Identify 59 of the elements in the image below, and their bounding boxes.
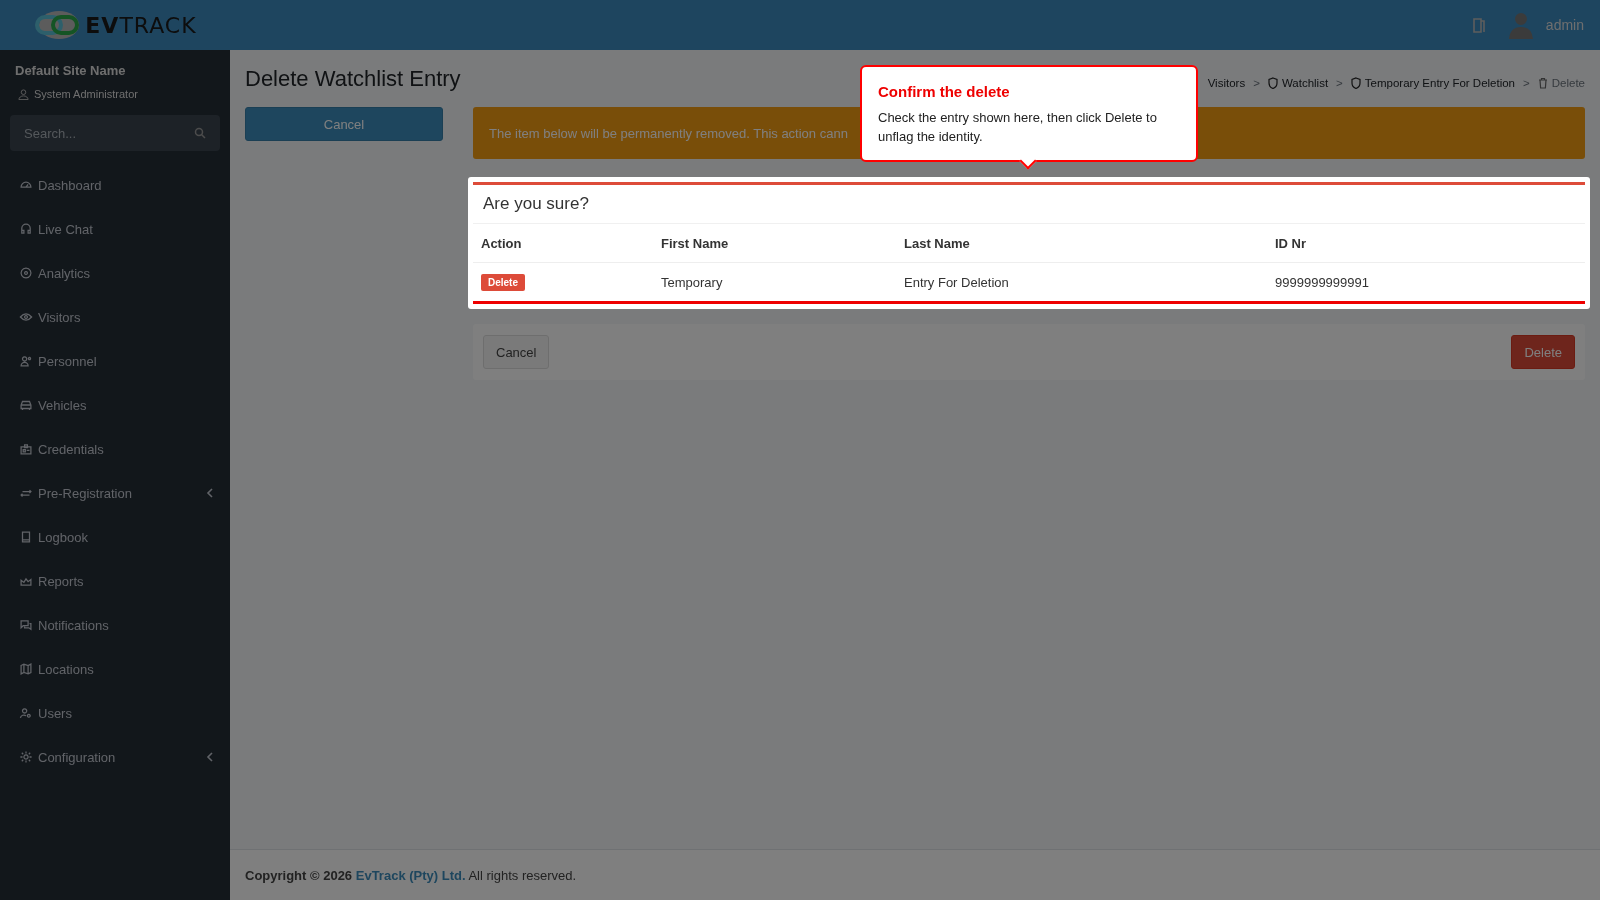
- user-icon: [18, 88, 29, 100]
- sidebar-item[interactable]: Analytics: [0, 251, 230, 295]
- badge-icon: [19, 442, 33, 456]
- column-header: Last Name: [904, 235, 971, 251]
- site-name: Default Site Name: [14, 63, 127, 78]
- breadcrumb-link[interactable]: Delete: [1537, 77, 1585, 89]
- gear-icon: [19, 750, 33, 764]
- person-icon: [19, 354, 33, 368]
- user-role: System Administrator: [34, 88, 138, 100]
- search-icon[interactable]: [194, 127, 206, 139]
- logo-text: EVTRACK: [85, 12, 197, 38]
- breadcrumb-link[interactable]: Visitors: [1207, 77, 1246, 89]
- sidebar-item[interactable]: Configuration: [0, 735, 230, 779]
- breadcrumb-separator: >: [1523, 77, 1530, 89]
- table-cell-text: 9999999999991: [1275, 274, 1370, 290]
- alert-text: The item below will be permanently removed. This action cann: [489, 125, 848, 141]
- sidebar-item[interactable]: Vehicles: [0, 383, 230, 427]
- breadcrumb-link[interactable]: Watchlist: [1267, 77, 1329, 89]
- sidebar-item[interactable]: Locations: [0, 647, 230, 691]
- door-icon[interactable]: [1471, 17, 1486, 33]
- column-header: ID Nr: [1275, 235, 1308, 251]
- map-icon: [19, 662, 33, 676]
- user-gear-icon: [19, 706, 33, 720]
- breadcrumb-separator: >: [1336, 77, 1343, 89]
- table-cell-text: Temporary: [661, 274, 724, 290]
- user-avatar-icon[interactable]: [1507, 11, 1534, 39]
- sidebar-item[interactable]: Visitors: [0, 295, 230, 339]
- breadcrumb-separator: >: [1253, 77, 1260, 89]
- column-header: First Name: [661, 235, 730, 251]
- table-cell-text: Entry For Deletion: [904, 274, 1010, 290]
- username[interactable]: admin: [1545, 17, 1584, 33]
- sidebar-item[interactable]: Pre-Registration: [0, 471, 230, 515]
- sidebar-item[interactable]: Reports: [0, 559, 230, 603]
- copyright-text: Copyright © 2026 EvTrack (Pty) Ltd. All rights reserved.: [245, 867, 577, 883]
- sidebar-item[interactable]: Notifications: [0, 603, 230, 647]
- cancel-button[interactable]: Cancel: [245, 107, 443, 141]
- card-title: Are you sure?: [473, 185, 1585, 224]
- cancel-button[interactable]: Cancel: [483, 335, 550, 369]
- delete-button[interactable]: Delete: [1511, 335, 1575, 369]
- sidebar-item[interactable]: Logbook: [0, 515, 230, 559]
- page-title: Delete Watchlist Entry: [245, 66, 461, 92]
- eye-icon: [19, 310, 33, 324]
- car-icon: [19, 398, 33, 412]
- tooltip-title: Confirm the delete: [878, 83, 1011, 100]
- target-icon: [19, 266, 33, 280]
- book-icon: [19, 530, 33, 544]
- sidebar-item[interactable]: Personnel: [0, 339, 230, 383]
- chat-icon: [19, 618, 33, 632]
- sidebar-item[interactable]: Credentials: [0, 427, 230, 471]
- chain-link-icon: [33, 9, 82, 41]
- sidebar-item[interactable]: Live Chat: [0, 207, 230, 251]
- tooltip-text: Check the entry shown here, then click Delete to unflag the identity.: [878, 109, 1158, 146]
- company-link[interactable]: EvTrack (Pty) Ltd.: [355, 867, 466, 883]
- sidebar-item[interactable]: Users: [0, 691, 230, 735]
- headset-icon: [19, 222, 33, 236]
- column-header: Action: [481, 235, 523, 251]
- breadcrumb-link[interactable]: Temporary Entry For Deletion: [1350, 77, 1516, 89]
- delete-button[interactable]: Delete: [481, 273, 525, 291]
- sidebar-item[interactable]: Dashboard: [0, 163, 230, 207]
